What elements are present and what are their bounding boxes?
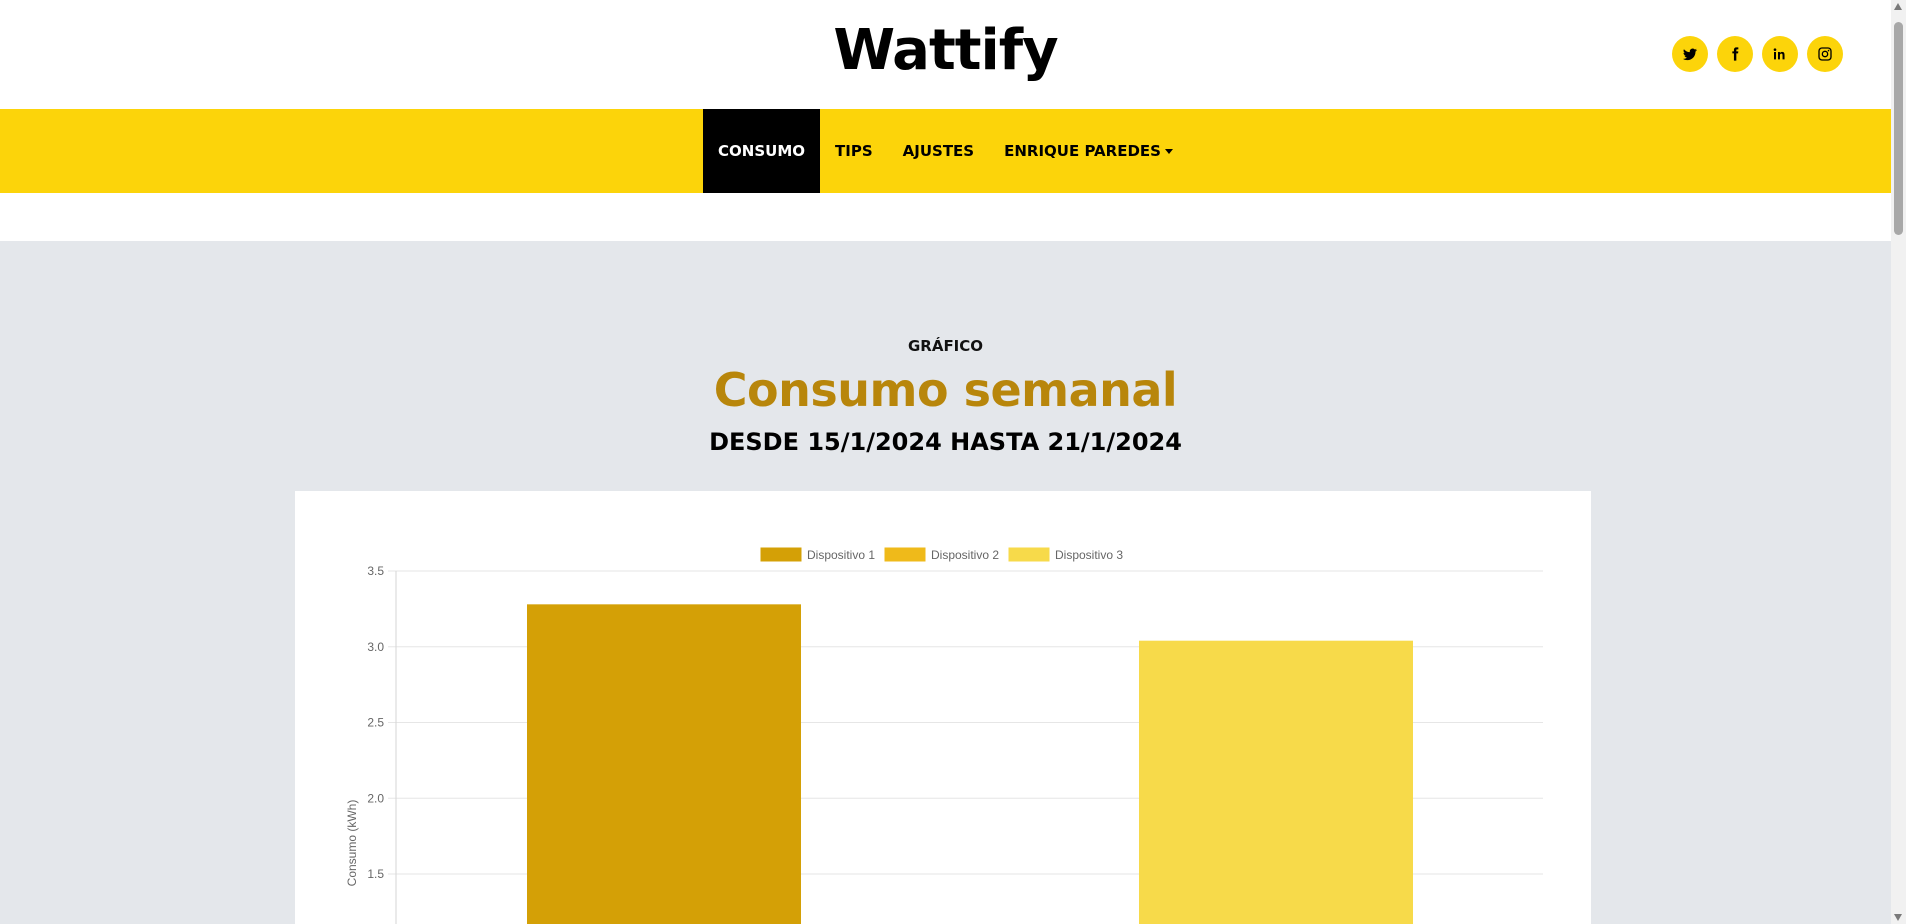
chart-card: 1.5 2.0 2.5 3.0 3.5 Consumo (kWh) Dispositivo … [295, 491, 1591, 924]
facebook-icon[interactable] [1717, 36, 1753, 72]
scrollbar-thumb[interactable] [1894, 22, 1903, 235]
y-tick-label: 1.5 [367, 867, 384, 881]
linkedin-icon[interactable] [1762, 36, 1798, 72]
bar-1 [527, 604, 801, 924]
y-tick-label: 2.5 [367, 716, 384, 730]
scrollbar[interactable] [1891, 0, 1906, 924]
page-title: Consumo semanal [713, 363, 1178, 417]
nav-spacer [0, 193, 1891, 241]
nav-item-label: CONSUMO [718, 142, 806, 160]
y-axis-label: Consumo (kWh) [345, 800, 359, 887]
chart-section: GRÁFICO Consumo semanal DESDE 15/1/2024 … [0, 241, 1891, 924]
bar-3 [1139, 640, 1413, 924]
y-tick-label: 2.0 [367, 791, 384, 805]
legend-swatch [760, 547, 802, 562]
main-nav: CONSUMO TIPS AJUSTES ENRIQUE PAREDES [0, 109, 1891, 193]
page: Wattify CONSUMO TIPS AJUSTES ENRIQUE PAR… [0, 0, 1891, 924]
twitter-icon[interactable] [1672, 36, 1708, 72]
legend-swatch [1008, 547, 1050, 562]
nav-item-ajustes[interactable]: AJUSTES [888, 109, 989, 193]
scroll-down-icon[interactable] [1894, 914, 1902, 921]
nav-item-tips[interactable]: TIPS [820, 109, 888, 193]
legend-label: Dispositivo 1 [807, 548, 875, 562]
site-header: Wattify [0, 0, 1891, 109]
nav-item-label: ENRIQUE PAREDES [1004, 142, 1161, 160]
legend-label: Dispositivo 3 [1055, 548, 1123, 562]
nav-item-consumo[interactable]: CONSUMO [703, 109, 821, 193]
nav-item-label: TIPS [835, 142, 873, 160]
section-eyebrow: GRÁFICO [907, 337, 984, 355]
instagram-icon[interactable] [1807, 36, 1843, 72]
y-tick-label: 3.5 [367, 564, 384, 578]
consumption-chart: 1.5 2.0 2.5 3.0 3.5 Consumo (kWh) Dispositivo … [345, 547, 1543, 924]
social-links [1672, 36, 1843, 72]
scroll-up-icon[interactable] [1894, 3, 1902, 10]
nav-item-user-menu[interactable]: ENRIQUE PAREDES [989, 109, 1188, 193]
legend-label: Dispositivo 2 [931, 548, 999, 562]
brand-logo[interactable]: Wattify [0, 18, 1891, 83]
nav-item-label: AJUSTES [902, 142, 975, 160]
y-tick-label: 3.0 [367, 640, 384, 654]
chevron-down-icon [1164, 148, 1173, 154]
date-range: DESDE 15/1/2024 HASTA 21/1/2024 [709, 428, 1182, 456]
legend-swatch [884, 547, 926, 562]
